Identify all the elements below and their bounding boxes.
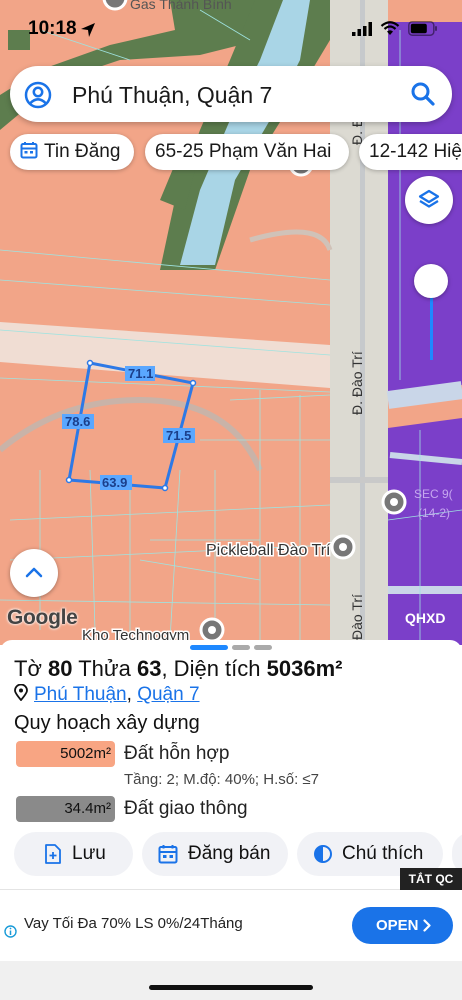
contrast-icon (314, 845, 332, 863)
post-button[interactable]: Đăng bán (142, 832, 288, 876)
ad-banner[interactable]: TẮT QC Vay Tối Đa 70% LS 0%/24Tháng OPEN (0, 868, 462, 961)
ad-close-button[interactable]: TẮT QC (400, 868, 462, 890)
status-time: 10:18 (28, 18, 77, 39)
area-label: , Diện tích (161, 656, 261, 681)
search-bar[interactable]: Phú Thuận, Quận 7 (10, 66, 452, 122)
battery-icon (408, 21, 437, 36)
calendar-icon (20, 142, 38, 159)
plan-name: Đất giao thông (124, 798, 248, 819)
ad-text[interactable]: Vay Tối Đa 70% LS 0%/24Tháng (24, 915, 243, 932)
ad-open-button[interactable]: OPEN (352, 907, 453, 944)
poi-label-pickleball: Pickleball Đào Trí (206, 542, 331, 559)
edge-label-top: 71.1 (128, 366, 153, 381)
add-document-icon (45, 844, 61, 864)
home-indicator[interactable] (149, 985, 313, 990)
post-label: Đăng bán (188, 843, 271, 864)
bottom-safe-area (0, 961, 462, 1000)
page-dot (232, 645, 250, 650)
signal-icon (352, 21, 372, 36)
area-value: 5036m² (266, 656, 343, 681)
district-link[interactable]: Quận 7 (137, 684, 199, 705)
edge-label-left: 78.6 (65, 414, 90, 429)
status-bar: 10:18 (0, 0, 462, 56)
parcel-info-sheet[interactable]: Tờ 80 Thửa 63, Diện tích 5036m² Phú Thuậ… (0, 640, 462, 890)
save-button[interactable]: Lưu (14, 832, 133, 876)
plan-area-badge: 5002m² (16, 741, 115, 767)
chevron-up-icon (25, 567, 43, 578)
plan-area-badge: 34.4m² (16, 796, 115, 822)
title-prefix: Tờ (14, 656, 42, 681)
chip-label: 12-142 Hiệ (369, 141, 462, 162)
layers-button[interactable] (405, 176, 453, 224)
page-dot (254, 645, 272, 650)
location-pin-icon (14, 683, 28, 702)
chip-label: 65-25 Phạm Văn Hai (155, 141, 332, 162)
collapse-button[interactable] (10, 549, 58, 597)
pin-icon[interactable] (199, 617, 225, 643)
edge-label-bottom: 63.9 (102, 475, 127, 490)
parcel-location: Phú Thuận, Quận 7 (14, 683, 200, 706)
chip-label: Tin Đăng (44, 141, 121, 162)
pin-icon[interactable] (381, 489, 407, 515)
layers-icon (418, 189, 440, 208)
pin-icon[interactable] (330, 534, 356, 560)
google-logo: Google (7, 606, 78, 629)
parcel-title: Tờ 80 Thửa 63, Diện tích 5036m² (14, 656, 342, 682)
chip-address-2[interactable]: 12-142 Hiệ (359, 134, 462, 170)
calendar-icon (158, 845, 178, 864)
location-arrow-icon (81, 23, 95, 37)
street-label-dao-tri: Đ. Đào Trí (349, 351, 365, 415)
to-number: 80 (48, 656, 73, 681)
plan-name: Đất hỗn hợp (124, 743, 230, 764)
thua-label: Thửa (78, 656, 131, 681)
info-icon[interactable] (4, 925, 17, 938)
poi-label-sec: SEC 9( (414, 487, 453, 501)
search-icon[interactable] (410, 81, 436, 107)
save-label: Lưu (72, 843, 106, 864)
map-view[interactable]: 71.1 78.6 71.5 63.9 Gas Thành Bình Pickl… (0, 0, 462, 645)
edge-label-right: 71.5 (166, 428, 191, 443)
poi-label-sec2: (14-2) (418, 506, 450, 520)
ad-open-label: OPEN (376, 917, 419, 934)
page-dot-active (190, 645, 228, 650)
opacity-slider[interactable] (414, 264, 448, 364)
ward-link[interactable]: Phú Thuận (34, 684, 127, 705)
road-east (386, 381, 462, 409)
location-separator: , (126, 684, 132, 705)
chip-address-1[interactable]: 65-25 Phạm Văn Hai (145, 134, 349, 170)
chevron-right-icon (423, 919, 431, 932)
status-icons (352, 21, 438, 36)
wifi-icon (380, 21, 400, 35)
chip-tin-dang[interactable]: Tin Đăng (10, 134, 134, 170)
thua-number: 63 (136, 656, 162, 681)
street-label-bottom: Đào Trí (349, 594, 365, 640)
qhxd-label: QHXD (405, 610, 446, 626)
planning-heading: Quy hoạch xây dựng (14, 712, 200, 734)
plan-detail: Tầng: 2; M.độ: 40%; H.số: ≤7 (124, 771, 319, 788)
user-icon[interactable] (24, 81, 52, 109)
search-input[interactable]: Phú Thuận, Quận 7 (72, 82, 272, 109)
slider-thumb[interactable] (414, 264, 448, 298)
